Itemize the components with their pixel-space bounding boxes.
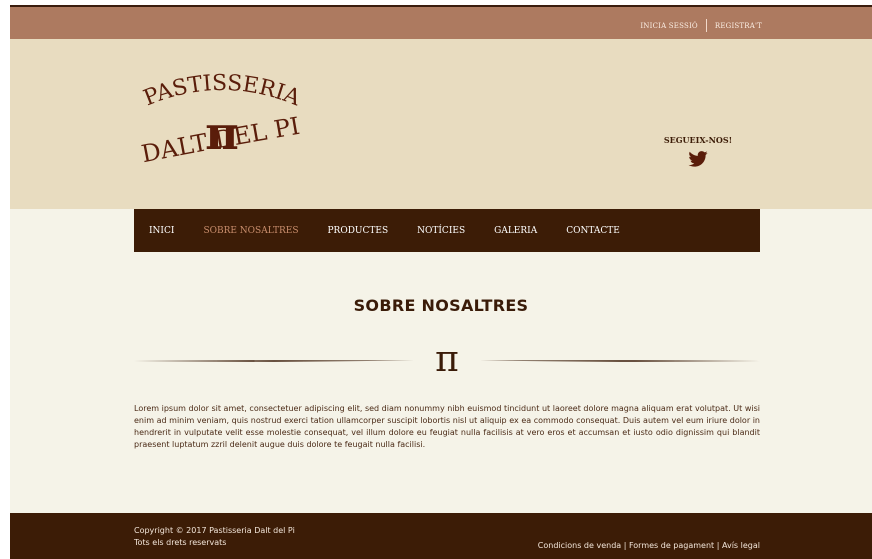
main-content: SOBRE NOSALTRES π Lorem ipsum dolor sit … [10,252,872,514]
rights-text: Tots els drets reservats [134,538,227,547]
nav-item-productes[interactable]: PRODUCTES [327,226,388,236]
divider-pi-symbol: π [435,339,459,374]
divider-line-left [134,360,414,362]
nav-item-galeria[interactable]: GALERIA [494,226,537,236]
copyright-text: Copyright © 2017 Pastisseria Dalt del Pi [134,526,295,535]
header: PASTISSERIA π DALT DEL PI SEGUEIX-NOS! [10,39,872,209]
page: INICIA SESSIÓ REGISTRA'T PASTISSERIA π D… [10,5,872,559]
account-links: INICIA SESSIÓ REGISTRA'T [640,19,762,32]
page-title: SOBRE NOSALTRES [353,296,529,315]
account-links-separator [705,19,707,32]
nav-item-noticies[interactable]: NOTÍCIES [417,226,465,236]
site-logo[interactable]: PASTISSERIA π DALT DEL PI [134,67,310,187]
footer-link-legal[interactable]: Avís legal [722,541,760,550]
divider-line-right [480,360,760,362]
footer-separator: | [621,541,629,550]
main-nav: INICI SOBRE NOSALTRES PRODUCTES NOTÍCIES… [134,209,760,252]
footer-copyright: Copyright © 2017 Pastisseria Dalt del Pi… [134,525,295,549]
footer-link-payment[interactable]: Formes de pagament [629,541,714,550]
social-block: SEGUEIX-NOS! [658,135,738,167]
footer-links: Condicions de venda | Formes de pagament… [538,541,760,550]
follow-us-label: SEGUEIX-NOS! [663,135,733,145]
twitter-icon[interactable] [688,151,708,167]
about-paragraph: Lorem ipsum dolor sit amet, consectetuer… [134,404,760,449]
footer-separator: | [714,541,722,550]
nav-item-sobre-nosaltres[interactable]: SOBRE NOSALTRES [203,226,298,236]
nav-item-contacte[interactable]: CONTACTE [566,226,620,236]
register-link[interactable]: REGISTRA'T [715,22,762,30]
footer-link-terms[interactable]: Condicions de venda [538,541,621,550]
footer: Copyright © 2017 Pastisseria Dalt del Pi… [10,513,872,559]
top-bar: INICIA SESSIÓ REGISTRA'T [10,5,872,39]
nav-item-inici[interactable]: INICI [149,226,174,236]
pi-divider: π [134,339,760,374]
login-link[interactable]: INICIA SESSIÓ [640,22,698,30]
